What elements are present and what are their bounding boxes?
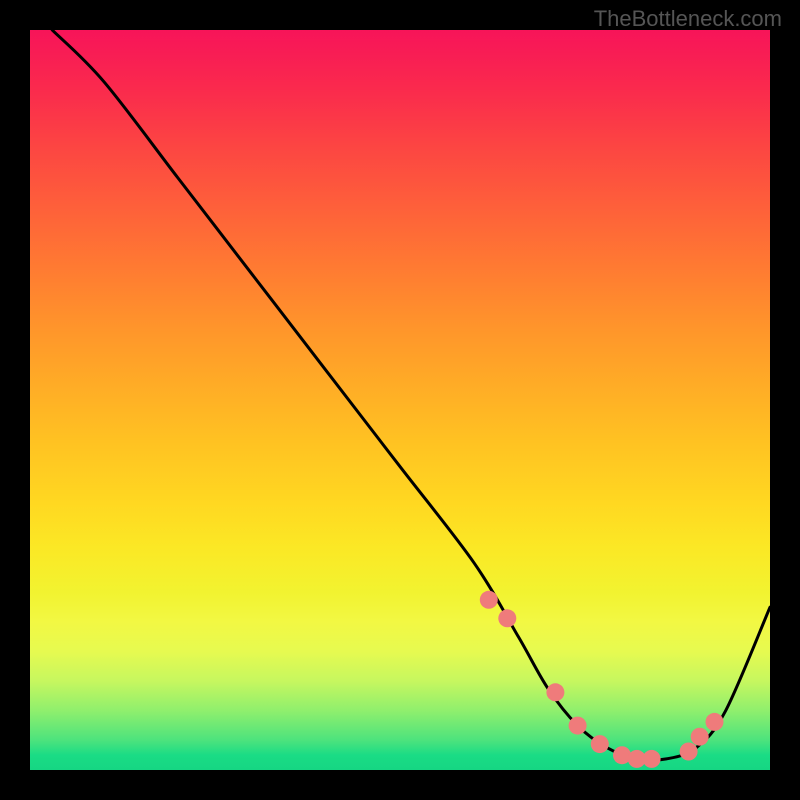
marker-dot — [498, 609, 516, 627]
curve-layer — [30, 30, 770, 770]
watermark-text: TheBottleneck.com — [594, 6, 782, 32]
marker-dot — [691, 728, 709, 746]
marker-dots — [480, 591, 724, 768]
plot-area — [30, 30, 770, 770]
marker-dot — [569, 717, 587, 735]
marker-dot — [706, 713, 724, 731]
chart-container: TheBottleneck.com — [0, 0, 800, 800]
marker-dot — [643, 750, 661, 768]
marker-dot — [546, 683, 564, 701]
marker-dot — [591, 735, 609, 753]
marker-dot — [680, 743, 698, 761]
main-curve — [52, 30, 770, 760]
marker-dot — [480, 591, 498, 609]
